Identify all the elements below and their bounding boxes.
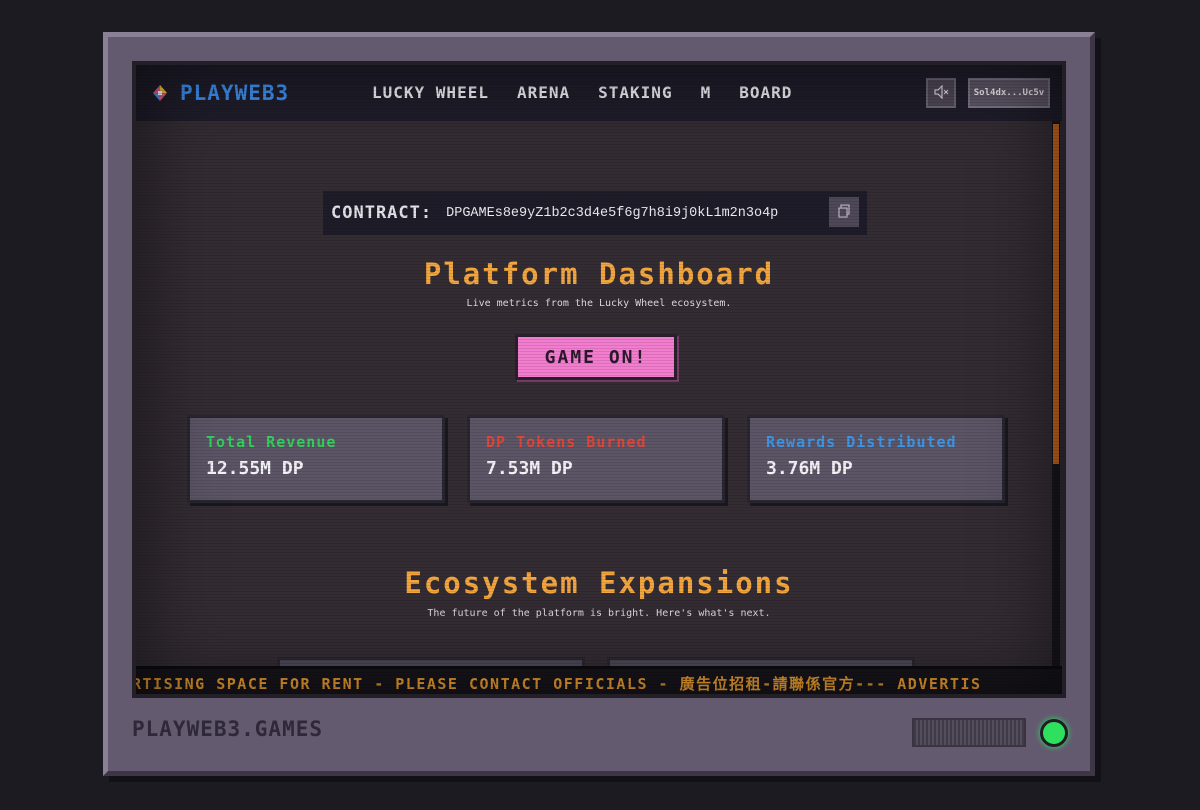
crt-monitor: PLAYWEB3 LUCKY WHEEL ARENA STAKING M BOA… (103, 32, 1095, 776)
nav-links: LUCKY WHEEL ARENA STAKING M BOARD (372, 83, 792, 102)
stat-label: DP Tokens Burned (486, 433, 647, 451)
wallet-button[interactable]: Sol4dx...Uc5v (968, 78, 1050, 108)
game-on-button[interactable]: GAME ON! (515, 334, 677, 380)
speaker-muted-icon (933, 84, 949, 103)
speaker-grille (912, 718, 1026, 747)
stat-label: Rewards Distributed (766, 433, 957, 451)
nav-board[interactable]: BOARD (739, 83, 792, 102)
stat-label: Total Revenue (206, 433, 337, 451)
stat-card-total-revenue: Total Revenue 12.55M DP (187, 415, 445, 503)
contract-label: CONTRACT: (331, 203, 433, 223)
copy-button[interactable] (829, 197, 859, 227)
stat-card-rewards-distributed: Rewards Distributed 3.76M DP (747, 415, 1005, 503)
ecosystem-title: Ecosystem Expansions (404, 566, 794, 600)
screen: PLAYWEB3 LUCKY WHEEL ARENA STAKING M BOA… (132, 61, 1066, 698)
monitor-brand: PLAYWEB3.GAMES (132, 717, 324, 741)
logo-icon (150, 83, 170, 103)
nav-m[interactable]: M (701, 83, 712, 102)
dashboard-subtitle: Live metrics from the Lucky Wheel ecosys… (466, 298, 732, 309)
stat-value: 3.76M DP (766, 458, 853, 479)
nav-staking[interactable]: STAKING (598, 83, 672, 102)
stat-value: 12.55M DP (206, 458, 304, 479)
marquee-text: RTISING SPACE FOR RENT - PLEASE CONTACT … (136, 675, 982, 693)
power-indicator (1040, 719, 1068, 747)
scrollbar-thumb[interactable] (1053, 124, 1059, 464)
contract-box: CONTRACT: DPGAMEs8e9yZ1b2c3d4e5f6g7h8i9j… (323, 191, 867, 235)
nav-lucky-wheel[interactable]: LUCKY WHEEL (372, 83, 489, 102)
ad-marquee: RTISING SPACE FOR RENT - PLEASE CONTACT … (136, 666, 1062, 694)
nav-arena[interactable]: ARENA (517, 83, 570, 102)
copy-icon (837, 203, 851, 222)
navbar: PLAYWEB3 LUCKY WHEEL ARENA STAKING M BOA… (136, 65, 1062, 121)
logo[interactable]: PLAYWEB3 (150, 81, 289, 105)
ecosystem-subtitle: The future of the platform is bright. He… (427, 608, 771, 619)
logo-text: PLAYWEB3 (180, 81, 290, 105)
stat-value: 7.53M DP (486, 458, 573, 479)
stat-card-tokens-burned: DP Tokens Burned 7.53M DP (467, 415, 725, 503)
mute-button[interactable] (926, 78, 956, 108)
dashboard-title: Platform Dashboard (423, 257, 775, 291)
contract-address: DPGAMEs8e9yZ1b2c3d4e5f6g7h8i9j0kL1m2n3o4… (446, 205, 779, 221)
